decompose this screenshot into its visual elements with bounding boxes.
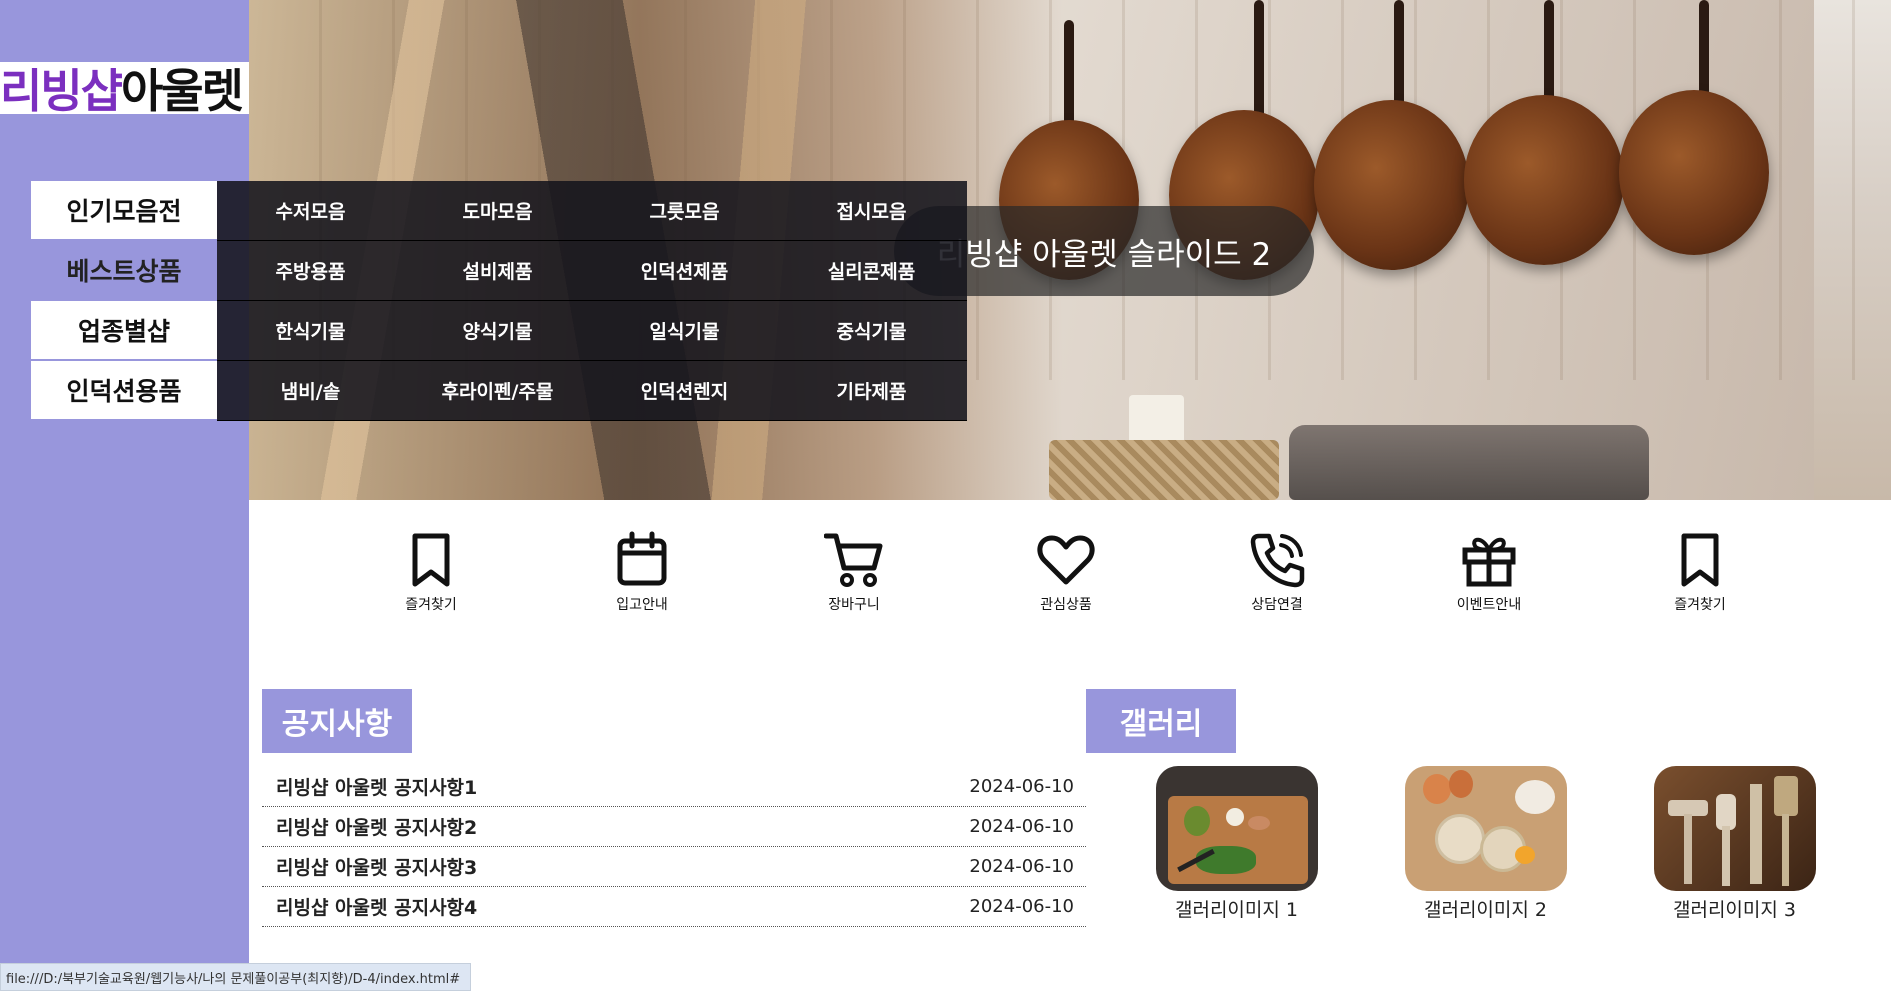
submenu-item[interactable]: 실리콘제품 — [778, 241, 965, 300]
site-logo[interactable]: 리빙샵 아울렛 — [0, 62, 249, 114]
notice-item-title[interactable]: 리빙샵 아울렛 공지사항4 — [276, 893, 477, 920]
gallery-image-2[interactable] — [1404, 766, 1567, 891]
submenu-item[interactable]: 접시모음 — [778, 181, 965, 240]
quick-link-label: 즐겨찾기 — [405, 597, 457, 613]
quick-link-wishlist[interactable]: 관심상품 — [1006, 530, 1126, 614]
submenu-item[interactable]: 그릇모음 — [591, 181, 778, 240]
nav-item-industry[interactable]: 업종별샵 — [31, 301, 217, 361]
quick-links: 즐겨찾기 입고안내 장바구니 관심상품 상담연결 이벤트안내 즐겨찾기 — [249, 530, 1891, 620]
gallery-label: 갤러리이미지 2 — [1423, 899, 1547, 921]
phone-icon — [1250, 533, 1305, 588]
notice-item-title[interactable]: 리빙샵 아울렛 공지사항3 — [276, 853, 477, 880]
bookmark-icon — [412, 533, 450, 587]
notice-row[interactable]: 리빙샵 아울렛 공지사항2 2024-06-10 — [262, 807, 1086, 847]
submenu-row: 냄비/솥 후라이펜/주물 인덕션렌지 기타제품 — [217, 361, 967, 421]
submenu-item[interactable]: 인덕션렌지 — [591, 361, 778, 420]
notice-item-date: 2024-06-10 — [969, 776, 1074, 797]
nav-item-popular[interactable]: 인기모음전 — [31, 181, 217, 241]
notice-item-title[interactable]: 리빙샵 아울렛 공지사항2 — [276, 813, 477, 840]
submenu-item[interactable]: 양식기물 — [404, 301, 591, 360]
notice-row[interactable]: 리빙샵 아울렛 공지사항4 2024-06-10 — [262, 887, 1086, 927]
quick-link-bookmark[interactable]: 즐겨찾기 — [371, 530, 491, 614]
main-navigation: 인기모음전 수저모음 도마모음 그릇모음 접시모음 베스트상품 주방용품 설비제… — [31, 181, 967, 421]
submenu-item[interactable]: 일식기물 — [591, 301, 778, 360]
cart-icon — [824, 533, 883, 587]
submenu-item[interactable]: 인덕션제품 — [591, 241, 778, 300]
quick-link-label: 입고안내 — [616, 597, 668, 613]
pan-graphic — [1464, 95, 1624, 265]
logo-text-part2: 아울렛 — [120, 64, 244, 114]
submenu-item[interactable]: 냄비/솥 — [217, 361, 404, 420]
gallery-label: 갤러리이미지 1 — [1174, 899, 1298, 921]
quick-link-label: 장바구니 — [828, 597, 880, 613]
notice-item-title[interactable]: 리빙샵 아울렛 공지사항1 — [276, 773, 477, 800]
menu-row: 인덕션용품 냄비/솥 후라이펜/주물 인덕션렌지 기타제품 — [31, 361, 967, 421]
gallery-item[interactable]: 갤러리이미지 3 — [1652, 766, 1817, 922]
notice-row[interactable]: 리빙샵 아울렛 공지사항3 2024-06-10 — [262, 847, 1086, 887]
quick-link-consult[interactable]: 상담연결 — [1217, 530, 1337, 614]
gallery-item[interactable]: 갤러리이미지 1 — [1154, 766, 1319, 922]
pan-handle — [1699, 0, 1709, 105]
submenu-item[interactable]: 기타제품 — [778, 361, 965, 420]
quick-link-cart[interactable]: 장바구니 — [794, 530, 914, 614]
pan-handle — [1544, 0, 1554, 110]
submenu-item[interactable]: 후라이펜/주물 — [404, 361, 591, 420]
gallery-image-1[interactable] — [1155, 766, 1318, 891]
quick-link-event[interactable]: 이벤트안내 — [1429, 530, 1549, 614]
gallery-title[interactable]: 갤러리 — [1086, 689, 1236, 753]
gallery-label: 갤러리이미지 3 — [1672, 899, 1796, 921]
submenu-item[interactable]: 수저모음 — [217, 181, 404, 240]
submenu-row: 한식기물 양식기물 일식기물 중식기물 — [217, 301, 967, 361]
casserole-graphic — [1289, 425, 1649, 500]
quick-link-label: 즐겨찾기 — [1674, 597, 1726, 613]
submenu-row: 수저모음 도마모음 그릇모음 접시모음 — [217, 181, 967, 241]
menu-row: 베스트상품 주방용품 설비제품 인덕션제품 실리콘제품 — [31, 241, 967, 301]
quick-link-label: 상담연결 — [1251, 597, 1303, 613]
bookmark-icon — [1681, 533, 1719, 587]
notice-item-date: 2024-06-10 — [969, 816, 1074, 837]
heart-icon — [1037, 535, 1095, 585]
pan-graphic — [1314, 100, 1469, 270]
gift-icon — [1462, 537, 1516, 587]
gallery-item[interactable]: 갤러리이미지 2 — [1403, 766, 1568, 922]
submenu-item[interactable]: 주방용품 — [217, 241, 404, 300]
sidebar: 리빙샵 아울렛 — [0, 0, 249, 989]
nav-item-induction[interactable]: 인덕션용품 — [31, 361, 217, 421]
gallery-image-3[interactable] — [1653, 766, 1816, 891]
submenu-item[interactable]: 설비제품 — [404, 241, 591, 300]
quick-link-arrival[interactable]: 입고안내 — [582, 530, 702, 614]
logo-text-part1: 리빙샵 — [0, 64, 123, 114]
quick-link-bookmark-2[interactable]: 즐겨찾기 — [1640, 530, 1760, 614]
submenu-item[interactable]: 한식기물 — [217, 301, 404, 360]
menu-row: 인기모음전 수저모음 도마모음 그릇모음 접시모음 — [31, 181, 967, 241]
submenu-item[interactable]: 도마모음 — [404, 181, 591, 240]
quick-link-label: 이벤트안내 — [1456, 597, 1522, 613]
browser-status-bar: file:///D:/북부기술교육원/웹기능사/나의 문제풀이공부(최지향)/D… — [0, 963, 472, 991]
nav-item-best[interactable]: 베스트상품 — [31, 241, 217, 301]
notice-title[interactable]: 공지사항 — [262, 689, 412, 753]
notice-list: 리빙샵 아울렛 공지사항1 2024-06-10 리빙샵 아울렛 공지사항2 2… — [262, 767, 1086, 927]
pan-graphic — [1619, 90, 1769, 255]
submenu-row: 주방용품 설비제품 인덕션제품 실리콘제품 — [217, 241, 967, 301]
calendar-icon — [617, 531, 667, 586]
notice-item-date: 2024-06-10 — [969, 896, 1074, 917]
notice-item-date: 2024-06-10 — [969, 856, 1074, 877]
quick-link-label: 관심상품 — [1040, 597, 1092, 613]
notice-row[interactable]: 리빙샵 아울렛 공지사항1 2024-06-10 — [262, 767, 1086, 807]
basket-graphic — [1049, 440, 1279, 500]
submenu-item[interactable]: 중식기물 — [778, 301, 965, 360]
menu-row: 업종별샵 한식기물 양식기물 일식기물 중식기물 — [31, 301, 967, 361]
